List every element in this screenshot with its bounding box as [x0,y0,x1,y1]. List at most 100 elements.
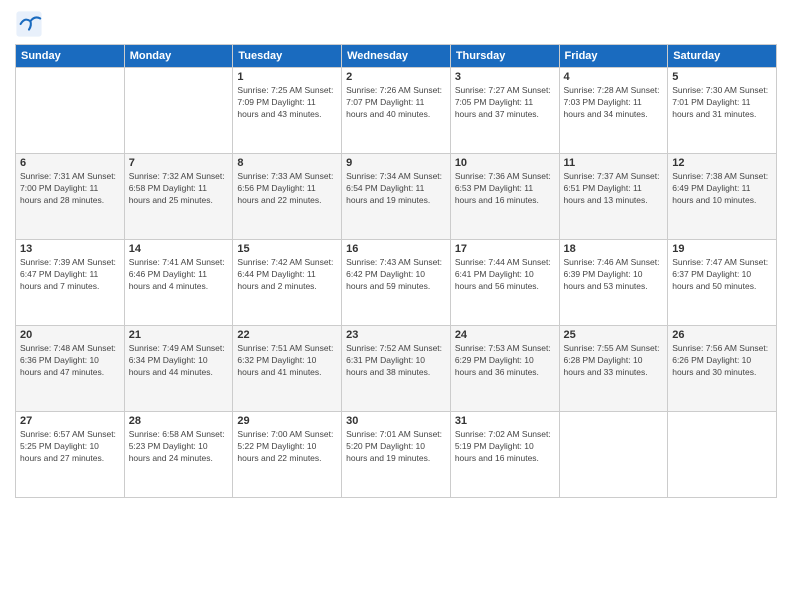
day-number: 19 [672,243,772,255]
day-info: Sunrise: 6:58 AM Sunset: 5:23 PM Dayligh… [129,429,229,465]
calendar-cell: 5 Sunrise: 7:30 AM Sunset: 7:01 PM Daylig… [668,68,777,154]
weekday-header: Thursday [450,45,559,68]
day-info: Sunrise: 7:39 AM Sunset: 6:47 PM Dayligh… [20,257,120,293]
day-number: 18 [564,243,664,255]
weekday-header: Friday [559,45,668,68]
day-number: 25 [564,329,664,341]
calendar-cell: 15 Sunrise: 7:42 AM Sunset: 6:44 PM Dayli… [233,240,342,326]
weekday-header: Saturday [668,45,777,68]
day-info: Sunrise: 7:26 AM Sunset: 7:07 PM Dayligh… [346,85,446,121]
day-info: Sunrise: 7:42 AM Sunset: 6:44 PM Dayligh… [237,257,337,293]
weekday-header: Tuesday [233,45,342,68]
weekday-header: Monday [124,45,233,68]
day-number: 22 [237,329,337,341]
day-number: 5 [672,71,772,83]
calendar-cell: 11 Sunrise: 7:37 AM Sunset: 6:51 PM Dayli… [559,154,668,240]
day-number: 4 [564,71,664,83]
calendar-cell: 6 Sunrise: 7:31 AM Sunset: 7:00 PM Daylig… [16,154,125,240]
calendar-header: SundayMondayTuesdayWednesdayThursdayFrid… [16,45,777,68]
calendar-cell: 24Sunrise: 7:53 AM Sunset: 6:29 PM Dayli… [450,326,559,412]
day-number: 11 [564,157,664,169]
day-info: Sunrise: 7:44 AM Sunset: 6:41 PM Dayligh… [455,257,555,293]
calendar-cell: 26 Sunrise: 7:56 AM Sunset: 6:26 PM Dayli… [668,326,777,412]
day-info: Sunrise: 7:37 AM Sunset: 6:51 PM Dayligh… [564,171,664,207]
calendar-cell: 28Sunrise: 6:58 AM Sunset: 5:23 PM Dayli… [124,412,233,498]
day-info: Sunrise: 7:52 AM Sunset: 6:31 PM Dayligh… [346,343,446,379]
day-info: Sunrise: 7:41 AM Sunset: 6:46 PM Dayligh… [129,257,229,293]
calendar-cell: 18 Sunrise: 7:46 AM Sunset: 6:39 PM Dayli… [559,240,668,326]
day-info: Sunrise: 7:48 AM Sunset: 6:36 PM Dayligh… [20,343,120,379]
day-number: 2 [346,71,446,83]
calendar-cell: 13 Sunrise: 7:39 AM Sunset: 6:47 PM Dayli… [16,240,125,326]
calendar-cell: 14 Sunrise: 7:41 AM Sunset: 6:46 PM Dayli… [124,240,233,326]
calendar-body: 1 Sunrise: 7:25 AM Sunset: 7:09 PM Daylig… [16,68,777,498]
weekday-header: Wednesday [342,45,451,68]
calendar-cell: 8 Sunrise: 7:33 AM Sunset: 6:56 PM Daylig… [233,154,342,240]
logo [15,10,47,38]
calendar-cell: 30Sunrise: 7:01 AM Sunset: 5:20 PM Dayli… [342,412,451,498]
calendar-cell: 2 Sunrise: 7:26 AM Sunset: 7:07 PM Daylig… [342,68,451,154]
day-info: Sunrise: 7:38 AM Sunset: 6:49 PM Dayligh… [672,171,772,207]
day-number: 15 [237,243,337,255]
day-number: 10 [455,157,555,169]
day-number: 20 [20,329,120,341]
day-number: 30 [346,415,446,427]
day-info: Sunrise: 7:31 AM Sunset: 7:00 PM Dayligh… [20,171,120,207]
day-number: 1 [237,71,337,83]
day-info: Sunrise: 7:56 AM Sunset: 6:26 PM Dayligh… [672,343,772,379]
calendar-cell [668,412,777,498]
logo-icon [15,10,43,38]
calendar-cell: 31 Sunrise: 7:02 AM Sunset: 5:19 PM Dayli… [450,412,559,498]
calendar-cell: 25 Sunrise: 7:55 AM Sunset: 6:28 PM Dayli… [559,326,668,412]
day-number: 29 [237,415,337,427]
day-info: Sunrise: 7:53 AM Sunset: 6:29 PM Dayligh… [455,343,555,379]
day-info: Sunrise: 7:47 AM Sunset: 6:37 PM Dayligh… [672,257,772,293]
calendar-cell: 23Sunrise: 7:52 AM Sunset: 6:31 PM Dayli… [342,326,451,412]
calendar-cell: 10Sunrise: 7:36 AM Sunset: 6:53 PM Dayli… [450,154,559,240]
calendar-cell: 16Sunrise: 7:43 AM Sunset: 6:42 PM Dayli… [342,240,451,326]
day-number: 9 [346,157,446,169]
calendar-week-row: 27 Sunrise: 6:57 AM Sunset: 5:25 PM Dayli… [16,412,777,498]
day-info: Sunrise: 6:57 AM Sunset: 5:25 PM Dayligh… [20,429,120,465]
day-number: 27 [20,415,120,427]
day-info: Sunrise: 7:46 AM Sunset: 6:39 PM Dayligh… [564,257,664,293]
day-info: Sunrise: 7:49 AM Sunset: 6:34 PM Dayligh… [129,343,229,379]
day-number: 12 [672,157,772,169]
calendar-cell: 22Sunrise: 7:51 AM Sunset: 6:32 PM Dayli… [233,326,342,412]
day-number: 31 [455,415,555,427]
day-info: Sunrise: 7:55 AM Sunset: 6:28 PM Dayligh… [564,343,664,379]
day-number: 6 [20,157,120,169]
day-number: 3 [455,71,555,83]
day-number: 17 [455,243,555,255]
calendar-week-row: 13 Sunrise: 7:39 AM Sunset: 6:47 PM Dayli… [16,240,777,326]
day-number: 13 [20,243,120,255]
calendar-cell: 29Sunrise: 7:00 AM Sunset: 5:22 PM Dayli… [233,412,342,498]
calendar-week-row: 6 Sunrise: 7:31 AM Sunset: 7:00 PM Daylig… [16,154,777,240]
calendar-cell: 9 Sunrise: 7:34 AM Sunset: 6:54 PM Daylig… [342,154,451,240]
day-info: Sunrise: 7:30 AM Sunset: 7:01 PM Dayligh… [672,85,772,121]
calendar-cell [16,68,125,154]
day-info: Sunrise: 7:33 AM Sunset: 6:56 PM Dayligh… [237,171,337,207]
calendar-cell [559,412,668,498]
weekday-header: Sunday [16,45,125,68]
calendar-cell: 12 Sunrise: 7:38 AM Sunset: 6:49 PM Dayli… [668,154,777,240]
calendar-cell [124,68,233,154]
day-info: Sunrise: 7:27 AM Sunset: 7:05 PM Dayligh… [455,85,555,121]
page: SundayMondayTuesdayWednesdayThursdayFrid… [0,0,792,612]
calendar-cell: 20 Sunrise: 7:48 AM Sunset: 6:36 PM Dayli… [16,326,125,412]
calendar-cell: 21 Sunrise: 7:49 AM Sunset: 6:34 PM Dayli… [124,326,233,412]
calendar: SundayMondayTuesdayWednesdayThursdayFrid… [15,44,777,498]
calendar-cell: 3 Sunrise: 7:27 AM Sunset: 7:05 PM Daylig… [450,68,559,154]
day-number: 16 [346,243,446,255]
header [15,10,777,38]
day-info: Sunrise: 7:02 AM Sunset: 5:19 PM Dayligh… [455,429,555,465]
calendar-cell: 27 Sunrise: 6:57 AM Sunset: 5:25 PM Dayli… [16,412,125,498]
day-info: Sunrise: 7:25 AM Sunset: 7:09 PM Dayligh… [237,85,337,121]
calendar-cell: 19 Sunrise: 7:47 AM Sunset: 6:37 PM Dayli… [668,240,777,326]
day-number: 8 [237,157,337,169]
day-info: Sunrise: 7:34 AM Sunset: 6:54 PM Dayligh… [346,171,446,207]
calendar-week-row: 20 Sunrise: 7:48 AM Sunset: 6:36 PM Dayli… [16,326,777,412]
day-number: 26 [672,329,772,341]
day-number: 21 [129,329,229,341]
day-number: 14 [129,243,229,255]
